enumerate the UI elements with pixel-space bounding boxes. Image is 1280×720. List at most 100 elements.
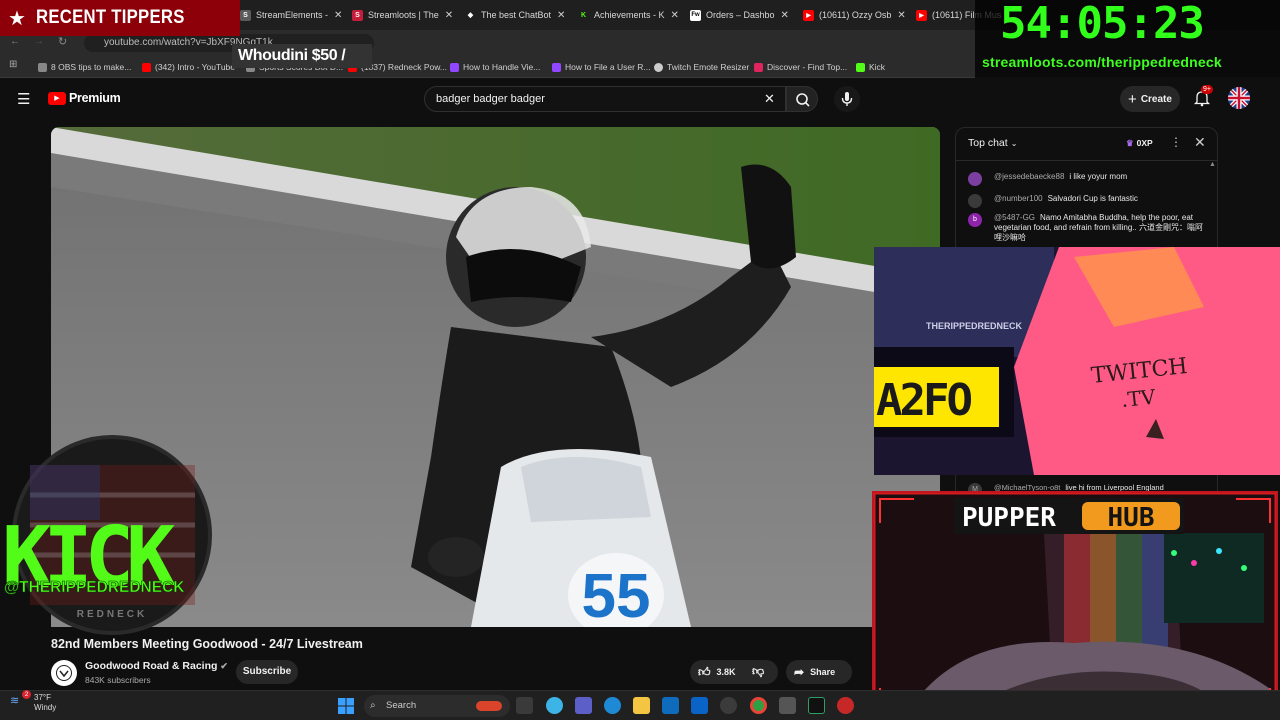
reload-icon[interactable]: ↻ [58,35,67,48]
wind-icon: ≋ [10,695,20,707]
tab-favicon-icon: ▶ [803,9,814,21]
tab-favicon-icon: Fw [690,9,701,21]
apps-grid-icon[interactable]: ⊞ [9,59,17,70]
goodwood-logo-icon [56,665,72,681]
avatar [968,194,982,208]
tab-favicon-icon: ◆ [467,12,474,19]
store-icon[interactable] [662,697,679,714]
search-icon [796,93,810,107]
bookmark-icon [552,62,561,72]
create-button[interactable]: + Create [1120,86,1180,112]
browser-tab[interactable]: Fw Orders – Dashbo ✕ [690,4,800,26]
webcam-wall-text: THERIPPEDREDNECK [926,321,1023,331]
close-chat-icon[interactable]: ✕ [1194,134,1206,151]
voice-search-button[interactable] [834,86,860,112]
browser-tab[interactable]: K Achievements - K ✕ [578,4,686,26]
browser-tab[interactable]: S Streamloots | The ✕ [352,4,462,26]
streamlabs-icon[interactable] [837,697,854,714]
plus-icon: + [1128,90,1137,108]
microphone-icon [841,92,853,106]
copilot-icon[interactable] [546,697,563,714]
chevron-down-icon: ⌄ [1010,138,1018,148]
kick-badge-graphic: KICK @THERIPPEDREDNECK REDNECK [2,435,212,635]
bookmark-item[interactable]: Kick [856,60,885,74]
subscribe-button[interactable]: Subscribe [236,660,298,684]
bookmark-item[interactable]: How to Handle Vie... [450,60,540,74]
bookmark-item[interactable]: Twitch Emote Resizer [654,60,749,74]
task-view-icon[interactable] [516,697,533,714]
thumbs-up-icon: 👍︎ [698,664,711,679]
webcam-room-scene: A2FO THERIPPEDREDNECK TWITCH .TV [874,247,1280,475]
avatar [968,172,982,186]
xp-badge[interactable]: ♛ 0XP [1126,138,1153,149]
menu-icon[interactable]: ☰ [17,90,30,108]
edge-icon[interactable] [604,697,621,714]
windows-taskbar: ⌕ Search [0,690,1280,720]
forward-icon[interactable]: → [34,36,44,47]
browser-tab[interactable]: ▶ (10611) Ozzy Osb ✕ [803,4,911,26]
app-icon[interactable] [779,697,796,714]
tab-favicon-icon: S [352,9,363,21]
close-tab-icon[interactable]: ✕ [897,10,905,21]
webcam-feed-bedroom: PUPPER HUB [872,491,1278,720]
webcam-banner-text: A2FO [876,375,971,426]
youtube-logo[interactable]: ▶ Premium [48,91,121,105]
kick-handle: @THERIPPEDREDNECK [4,579,185,596]
weather-widget[interactable]: ≋ 2 37°F Windy [10,690,56,713]
close-tab-icon[interactable]: ✕ [781,10,789,21]
terminal-icon[interactable] [808,697,825,714]
close-tab-icon[interactable]: ✕ [671,10,679,21]
scroll-up-icon[interactable]: ▲ [1209,161,1216,168]
close-tab-icon[interactable]: ✕ [557,10,565,21]
bookmark-icon [856,62,865,72]
channel-avatar[interactable] [51,660,77,686]
teams-icon[interactable] [575,697,592,714]
thumbs-down-icon[interactable]: 👎︎ [752,664,764,679]
recent-tippers-banner: ★ RECENT TIPPERS [0,0,240,36]
notification-badge: 2 [22,690,31,699]
bookmark-item[interactable]: How to File a User R... [552,60,651,74]
bookmark-icon [142,62,151,72]
channel-name[interactable]: Goodwood Road & Racing ✔ [85,660,228,672]
bookmark-item[interactable]: (342) Intro - YouTube [142,60,235,74]
youtube-header: ☰ ▶ Premium badger badger badger ✕ + Crea… [0,79,1280,119]
search-icon: ⌕ [370,700,376,711]
browser-tab[interactable]: ◆ The best ChatBot ✕ [465,4,575,26]
search-input[interactable]: badger badger badger [424,86,786,112]
tip-ticker: Whoudini $50 / [232,44,372,68]
windows-logo-icon [338,698,354,714]
chrome-icon[interactable] [750,697,767,714]
search-highlight-icon [476,701,502,711]
bookmark-item[interactable]: Discover - Find Top... [754,60,847,74]
twitch-sign-tv: .TV [1120,384,1157,411]
streamloots-url: streamloots.com/therippedredneck [982,54,1222,70]
tab-favicon-icon: K [580,11,587,19]
bike-number: 55 [582,562,651,627]
like-button[interactable]: 👍︎ 3.8K 👎︎ [690,660,778,684]
close-tab-icon[interactable]: ✕ [334,10,342,21]
star-icon: ★ [8,7,26,30]
taskbar-search[interactable]: ⌕ Search [364,695,510,717]
avatar[interactable] [1228,87,1250,109]
chat-message: b @5487-GG Namo Amitabha Buddha, help the … [968,213,1204,243]
share-icon: ➦ [794,665,805,679]
back-icon[interactable]: ← [10,36,20,47]
outlook-icon[interactable] [691,697,708,714]
file-explorer-icon[interactable] [633,697,650,714]
close-tab-icon[interactable]: ✕ [445,10,453,21]
bookmark-icon [754,62,763,72]
chat-mode-dropdown[interactable]: Top chat ⌄ [968,137,1017,149]
obs-icon[interactable] [720,697,737,714]
search-button[interactable] [786,86,818,112]
start-button[interactable] [338,698,354,719]
notification-badge: 9+ [1201,85,1213,94]
clear-search-icon[interactable]: ✕ [764,91,775,107]
webcam-bedroom-scene: PUPPER HUB [874,493,1276,718]
more-options-icon[interactable]: ⋮ [1170,135,1182,149]
bookmark-item[interactable]: 8 OBS tips to make... [38,60,131,74]
verified-icon: ✔ [220,661,228,671]
notifications-button[interactable]: 9+ [1192,85,1213,113]
browser-tab[interactable]: S StreamElements - ✕ [240,4,348,26]
youtube-play-icon: ▶ [48,91,66,105]
share-button[interactable]: ➦ Share [786,660,852,684]
